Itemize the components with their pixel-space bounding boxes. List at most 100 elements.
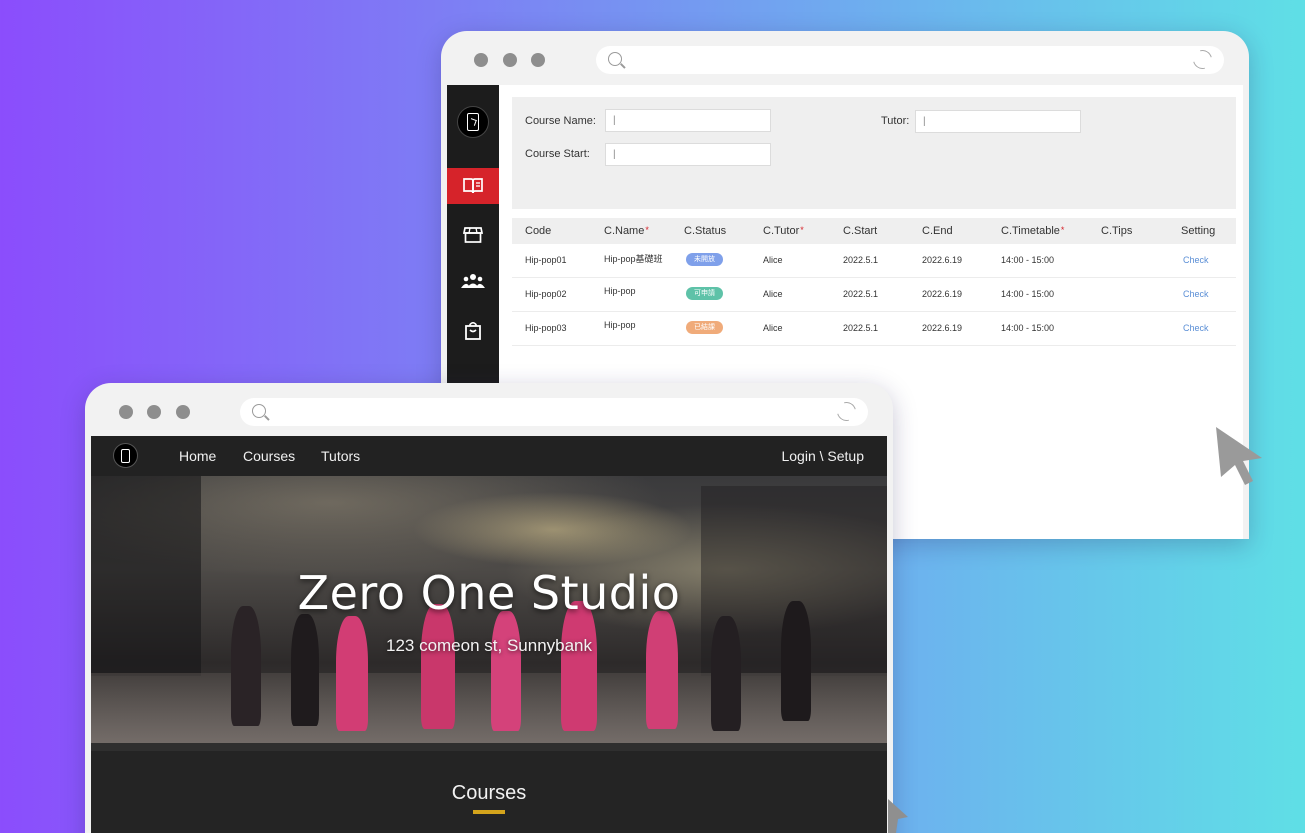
hero-photo-figure bbox=[646, 611, 678, 729]
course-name-cell: Hip-pop bbox=[604, 320, 636, 330]
nav-tutors-link[interactable]: Tutors bbox=[321, 448, 360, 464]
column-header: C.Timetable* bbox=[1001, 225, 1064, 237]
column-header-label: C.End bbox=[922, 225, 953, 237]
course-name-cell: Hip-pop基礎班 bbox=[604, 254, 663, 264]
hero-banner: Zero One Studio 123 comeon st, Sunnybank bbox=[91, 476, 887, 743]
browser-toolbar bbox=[441, 31, 1249, 85]
column-header-label: C.Tutor bbox=[763, 225, 800, 237]
column-header-label: C.Start bbox=[843, 225, 878, 237]
search-icon bbox=[608, 52, 622, 66]
table-body: Hip-pop01 Hip-pop基礎班 未開放 Alice 2022.5.1 2022.… bbox=[512, 244, 1236, 346]
course-tutor-cell: Alice bbox=[763, 255, 783, 265]
sidebar-item-store[interactable] bbox=[447, 217, 499, 253]
course-name-input[interactable]: | bbox=[605, 109, 771, 132]
required-marker: * bbox=[1060, 225, 1065, 235]
hero-photo-figure bbox=[711, 616, 741, 731]
column-header-label: C.Timetable bbox=[1001, 225, 1060, 237]
table-header: Code C.Name* C.Status C.Tutor* C.Start C.End C… bbox=[512, 218, 1236, 244]
check-link[interactable]: Check bbox=[1183, 289, 1209, 299]
course-end-cell: 2022.6.19 bbox=[922, 255, 963, 265]
table-row: Hip-pop01 Hip-pop基礎班 未開放 Alice 2022.5.1 2022.… bbox=[512, 244, 1236, 278]
sidebar-item-courses[interactable] bbox=[447, 168, 499, 204]
window-maximize-dot[interactable] bbox=[531, 53, 545, 67]
table-row: Hip-pop03 Hip-pop 已結課 Alice 2022.5.1 2022.6.1… bbox=[512, 312, 1236, 346]
window-close-dot[interactable] bbox=[119, 405, 133, 419]
course-tutor-cell: Alice bbox=[763, 289, 783, 299]
course-start-input[interactable]: | bbox=[605, 143, 771, 166]
section-title-underline bbox=[473, 810, 505, 814]
course-start-cell: 2022.5.1 bbox=[843, 255, 879, 265]
hero-photo-figure bbox=[491, 611, 521, 731]
hero-divider bbox=[91, 743, 887, 751]
browser-toolbar bbox=[85, 383, 893, 437]
window-minimize-dot[interactable] bbox=[503, 53, 517, 67]
hero-subtitle: 123 comeon st, Sunnybank bbox=[385, 636, 593, 655]
nav-login-setup-link[interactable]: Login \ Setup bbox=[781, 448, 864, 464]
hero-photo-figure bbox=[291, 614, 319, 726]
studio-homepage: Home Courses Tutors Login \ Setup Zero O… bbox=[91, 436, 887, 833]
address-bar[interactable] bbox=[596, 46, 1224, 74]
required-marker: * bbox=[800, 225, 804, 235]
course-table: Code C.Name* C.Status C.Tutor* C.Start C.End C… bbox=[512, 218, 1236, 346]
status-badge: 已結課 bbox=[686, 321, 723, 334]
nav-home-link[interactable]: Home bbox=[179, 448, 216, 464]
course-filter-panel: Course Name: | Tutor: | Course Start: | bbox=[512, 97, 1236, 209]
window-maximize-dot[interactable] bbox=[176, 405, 190, 419]
course-code-cell: Hip-pop01 bbox=[525, 255, 567, 265]
tutor-label: Tutor: bbox=[881, 115, 910, 127]
column-header: C.Status bbox=[684, 225, 726, 237]
tutor-input[interactable]: | bbox=[915, 110, 1081, 133]
site-browser-window: Home Courses Tutors Login \ Setup Zero O… bbox=[85, 383, 893, 833]
studio-logo-icon[interactable] bbox=[113, 443, 138, 468]
hero-photo-figure bbox=[231, 606, 261, 726]
hero-photo-figure bbox=[421, 604, 455, 729]
book-icon bbox=[463, 178, 483, 194]
required-marker: * bbox=[645, 225, 649, 235]
column-header: C.Tutor* bbox=[763, 225, 804, 237]
column-header-label: C.Name bbox=[604, 225, 645, 237]
course-start-cell: 2022.5.1 bbox=[843, 323, 879, 333]
course-end-cell: 2022.6.19 bbox=[922, 289, 963, 299]
search-icon bbox=[252, 404, 266, 418]
sidebar-item-orders[interactable] bbox=[447, 313, 499, 349]
window-close-dot[interactable] bbox=[474, 53, 488, 67]
course-tutor-cell: Alice bbox=[763, 323, 783, 333]
sidebar-item-users[interactable] bbox=[447, 263, 499, 299]
column-header-label: C.Tips bbox=[1101, 225, 1133, 237]
table-row: Hip-pop02 Hip-pop 可申請 Alice 2022.5.1 2022.6.1… bbox=[512, 278, 1236, 312]
column-header-label: Code bbox=[525, 225, 552, 237]
course-end-cell: 2022.6.19 bbox=[922, 323, 963, 333]
reload-icon[interactable] bbox=[1189, 46, 1216, 73]
hero-photo-figure bbox=[561, 601, 597, 731]
store-icon bbox=[463, 227, 483, 243]
check-link[interactable]: Check bbox=[1183, 323, 1209, 333]
hero-title: Zero One Studio bbox=[297, 566, 681, 620]
bag-icon bbox=[465, 321, 481, 340]
course-start-label: Course Start: bbox=[525, 148, 590, 160]
column-header: C.End bbox=[922, 225, 953, 237]
column-header: Setting bbox=[1181, 225, 1215, 237]
reload-icon[interactable] bbox=[833, 398, 860, 425]
course-name-label: Course Name: bbox=[525, 115, 596, 127]
hero-photo-figure bbox=[336, 616, 368, 731]
course-start-cell: 2022.5.1 bbox=[843, 289, 879, 299]
status-badge: 可申請 bbox=[686, 287, 723, 300]
course-timetable-cell: 14:00 - 15:00 bbox=[1001, 255, 1055, 265]
course-code-cell: Hip-pop02 bbox=[525, 289, 567, 299]
users-icon bbox=[461, 274, 485, 288]
course-code-cell: Hip-pop03 bbox=[525, 323, 567, 333]
status-badge: 未開放 bbox=[686, 253, 723, 266]
studio-logo-icon[interactable] bbox=[457, 106, 489, 138]
check-link[interactable]: Check bbox=[1183, 255, 1209, 265]
window-minimize-dot[interactable] bbox=[147, 405, 161, 419]
course-timetable-cell: 14:00 - 15:00 bbox=[1001, 323, 1055, 333]
column-header-label: C.Status bbox=[684, 225, 727, 237]
nav-courses-link[interactable]: Courses bbox=[243, 448, 295, 464]
column-header: C.Name* bbox=[604, 225, 649, 237]
column-header: Code bbox=[525, 225, 551, 237]
course-timetable-cell: 14:00 - 15:00 bbox=[1001, 289, 1055, 299]
courses-section-title: Courses bbox=[451, 782, 527, 804]
address-bar[interactable] bbox=[240, 398, 868, 426]
course-name-cell: Hip-pop bbox=[604, 286, 636, 296]
hero-photo-street bbox=[91, 673, 887, 743]
